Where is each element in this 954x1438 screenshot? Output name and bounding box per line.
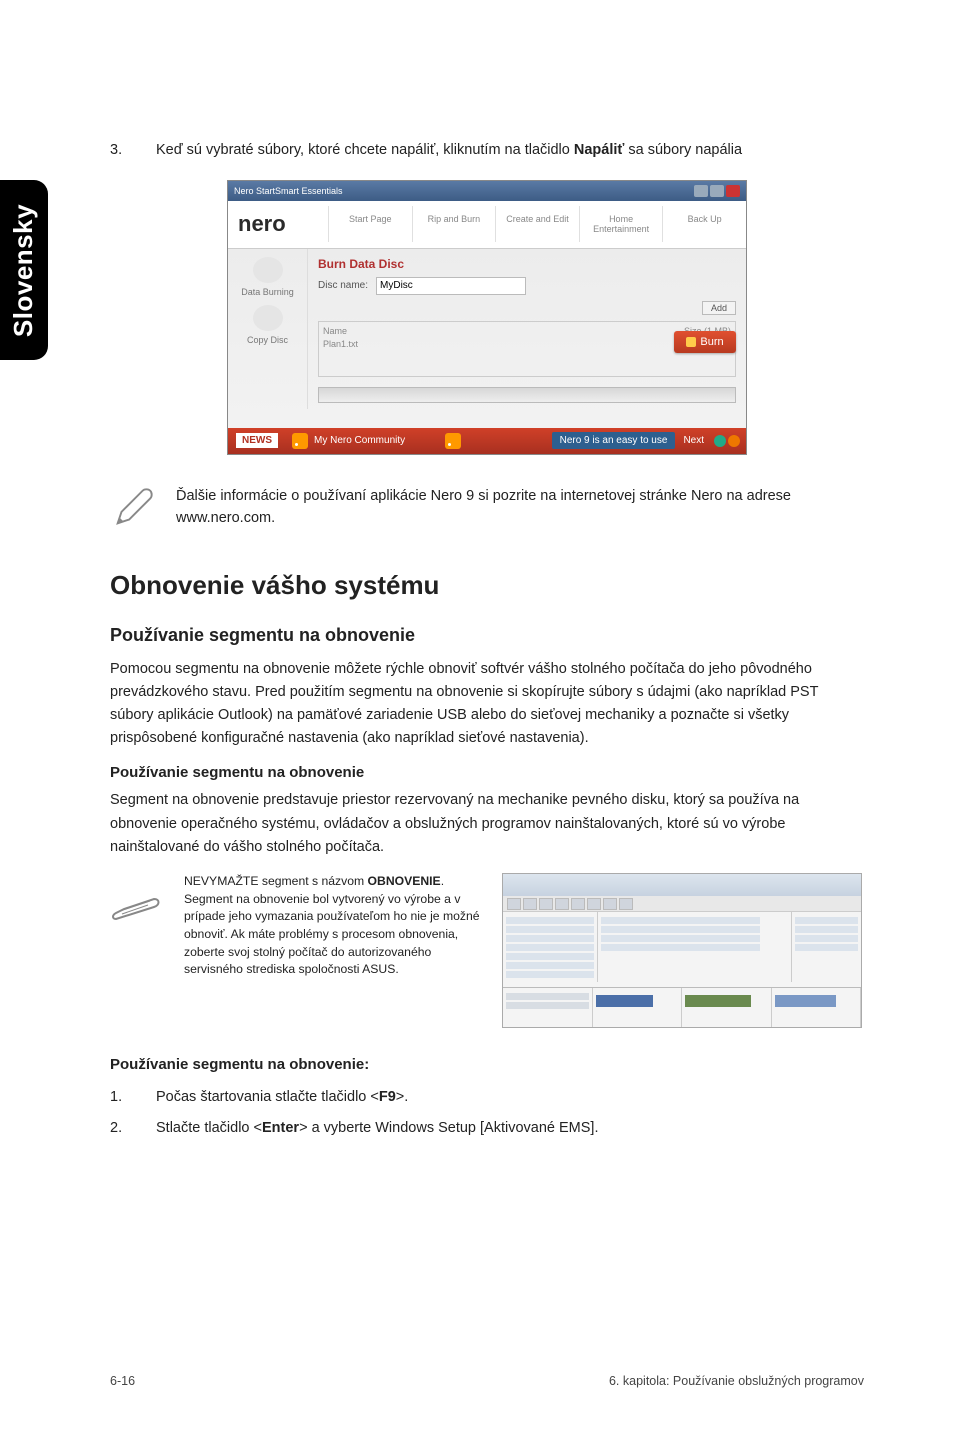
section-heading: Obnovenie vášho systému (110, 570, 864, 601)
dm-titlebar (503, 874, 861, 896)
close-icon[interactable] (726, 185, 740, 197)
instruction-step-3: 3. Keď sú vybraté súbory, ktoré chcete n… (110, 140, 864, 162)
partition-bar (596, 995, 654, 1007)
step-item-1: 1. Počas štartovania stlačte tlačidlo <F… (110, 1085, 864, 1110)
tab-rip-burn[interactable]: Rip and Burn (412, 206, 496, 242)
minimize-icon[interactable] (694, 185, 708, 197)
sidebar-item-copy-disc[interactable]: Copy Disc (234, 335, 301, 345)
note-text: Ďalšie informácie o používaní aplikácie … (176, 485, 864, 530)
dm-toolbar (503, 896, 861, 912)
rss-icon[interactable] (445, 433, 461, 449)
news-tag: NEWS (236, 433, 278, 448)
step-text: Keď sú vybraté súbory, ktoré chcete napá… (156, 140, 742, 162)
disc-name-input[interactable] (376, 277, 526, 295)
step-item-2: 2. Stlačte tlačidlo <Enter> a vyberte Wi… (110, 1116, 864, 1141)
burn-button[interactable]: Burn (674, 331, 736, 353)
note-paper-icon (110, 873, 166, 928)
warning-note-row: NEVYMAŽTE segment s názvom OBNOVENIE. Se… (110, 873, 864, 1028)
add-button[interactable]: Add (702, 301, 736, 315)
nero-main-panel: Burn Data Disc Disc name: Add Name Size … (308, 249, 746, 409)
tab-create-edit[interactable]: Create and Edit (495, 206, 579, 242)
dm-columns (791, 912, 861, 982)
note-nero-info: Ďalšie informácie o používaní aplikácie … (110, 485, 864, 530)
nero-window-title: Nero StartSmart Essentials (234, 186, 343, 196)
paragraph-intro: Pomocou segmentu na obnovenie môžete rýc… (110, 658, 864, 751)
sidebar-item-data-burning[interactable]: Data Burning (234, 287, 301, 297)
chapter-title: 6. kapitola: Používanie obslužných progr… (609, 1374, 864, 1388)
paragraph-recovery-desc: Segment na obnovenie predstavuje priesto… (110, 789, 864, 859)
subheading-recovery: Používanie segmentu na obnovenie (110, 764, 864, 781)
page-footer: 6-16 6. kapitola: Používanie obslužných … (110, 1374, 864, 1388)
pencil-icon (110, 485, 156, 525)
nero-top-tabs: Start Page Rip and Burn Create and Edit … (328, 206, 746, 242)
page-number: 6-16 (110, 1374, 135, 1388)
nero-logo: nero (228, 211, 328, 237)
nero-screenshot: Nero StartSmart Essentials nero Start Pa… (227, 180, 747, 455)
nero-news-bar: NEWS My Nero Community Nero 9 is an easy… (228, 428, 746, 454)
dm-disk-layout (503, 987, 861, 1027)
rss-icon[interactable] (292, 433, 308, 449)
copy-disc-icon[interactable] (253, 305, 283, 331)
tab-backup[interactable]: Back Up (662, 206, 746, 242)
news-next[interactable]: Next (683, 435, 704, 446)
file-list-col-name: Name (323, 326, 347, 336)
step-number: 3. (110, 140, 126, 162)
nero-sidebar: Data Burning Copy Disc (228, 249, 308, 409)
data-burning-icon[interactable] (253, 257, 283, 283)
status-dot-orange-icon (728, 435, 740, 447)
tab-start-page[interactable]: Start Page (328, 206, 412, 242)
subsection-heading: Používanie segmentu na obnovenie (110, 625, 864, 646)
warning-text: NEVYMAŽTE segment s názvom OBNOVENIE. Se… (184, 873, 484, 979)
maximize-icon[interactable] (710, 185, 724, 197)
nero-window-titlebar: Nero StartSmart Essentials (228, 181, 746, 201)
news-community[interactable]: My Nero Community (314, 435, 405, 446)
news-headline: Nero 9 is an easy to use (552, 432, 676, 449)
disc-name-label: Disc name: (318, 280, 368, 291)
status-dot-green-icon (714, 435, 726, 447)
dm-volume-list (598, 912, 791, 982)
panel-title: Burn Data Disc (318, 257, 736, 271)
disc-size-slider[interactable] (318, 387, 736, 403)
partition-bar (775, 995, 837, 1007)
tab-home-ent[interactable]: Home Entertainment (579, 206, 663, 242)
steps-heading: Používanie segmentu na obnovenie: (110, 1056, 864, 1073)
dm-tree (503, 912, 598, 982)
partition-bar (685, 995, 751, 1007)
disk-management-screenshot (502, 873, 862, 1028)
window-buttons (694, 185, 740, 197)
recovery-steps-list: 1. Počas štartovania stlačte tlačidlo <F… (110, 1085, 864, 1140)
